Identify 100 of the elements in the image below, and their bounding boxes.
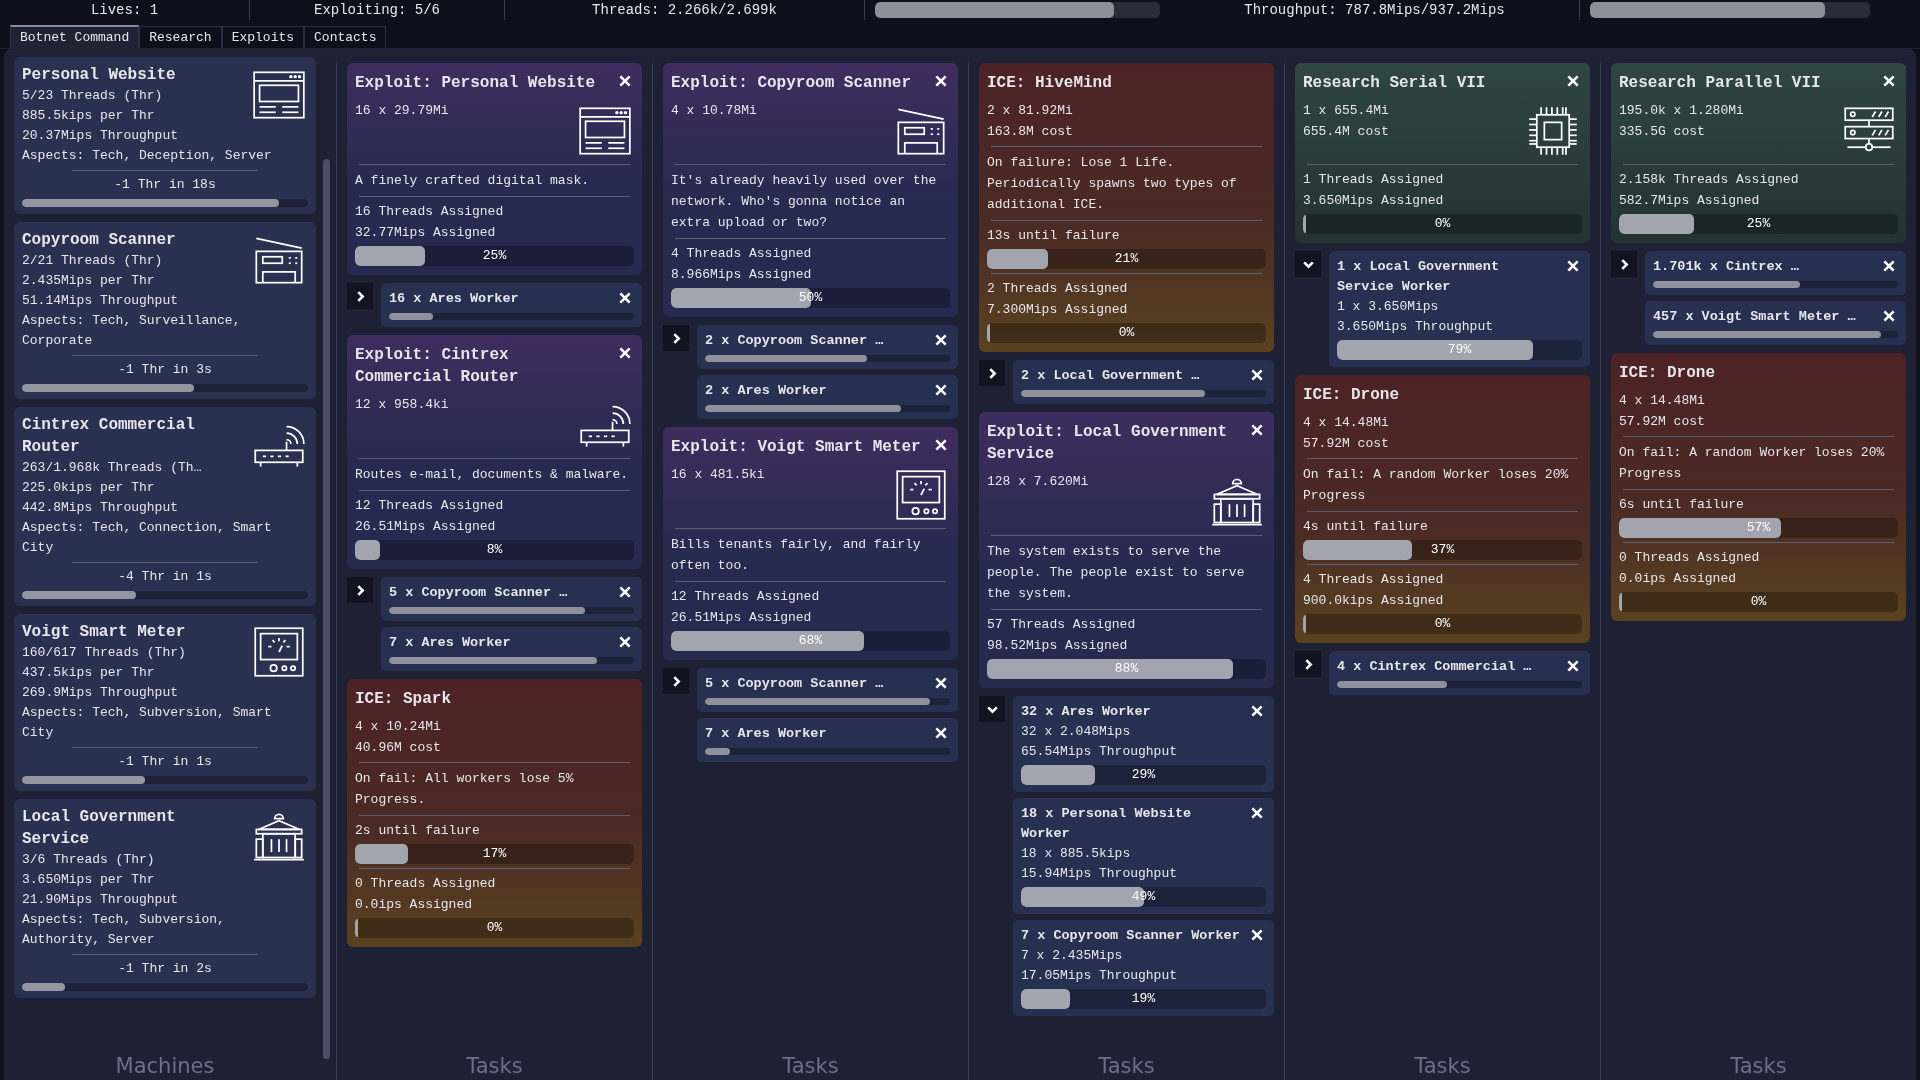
expand-button[interactable] <box>347 577 373 603</box>
expand-button[interactable] <box>1611 251 1637 277</box>
machine-card[interactable]: Local Government Service 3/6 Threads (Thr) 3.650Mips per Thr 21.90Mips Throughput Aspects: Tech, Subversion, Authority, Server -1 Thr in 2s <box>14 799 316 998</box>
machine-stat: 2/21 Threads (Thr) <box>22 252 164 270</box>
worker-row[interactable]: 2 x Ares Worker <box>697 375 958 419</box>
tab[interactable]: Contacts <box>304 26 387 48</box>
assigned-text: 12 Threads Assigned <box>355 497 505 515</box>
worker-name: 1 x Local Government Service Worker <box>1337 258 1501 296</box>
tab[interactable]: Botnet Command <box>10 25 140 48</box>
worker-row[interactable]: 16 x Ares Worker <box>381 283 642 327</box>
progress-reading: 68% <box>797 632 824 650</box>
assigned-text: 0.0ips Assigned <box>1619 570 1738 588</box>
assigned-text: 2 Threads Assigned <box>987 280 1129 298</box>
worker-row[interactable]: 1.701k x Cintrex … <box>1645 251 1906 295</box>
close-icon <box>1250 423 1264 437</box>
assigned-text: 16 Threads Assigned <box>355 203 505 221</box>
timer-text: 2s until failure <box>355 822 481 840</box>
worker-name: 16 x Ares Worker <box>389 290 519 308</box>
worker-name: 5 x Copyroom Scanner … <box>389 584 568 602</box>
worker-row[interactable]: 5 x Copyroom Scanner … <box>697 668 958 712</box>
progress-reading: 19% <box>1130 990 1157 1008</box>
progress-reading: 29% <box>1130 766 1157 784</box>
machine-name: Personal Website <box>22 65 177 86</box>
expand-button[interactable] <box>979 360 1005 386</box>
worker-row[interactable]: 1 x Local Government Service Worker 1 x 3.650Mips 3.650Mips Throughput 79% <box>1329 251 1590 367</box>
worker-name: 2 x Ares Worker <box>705 382 827 400</box>
worker-stat: 18 x 885.5kips <box>1021 845 1132 863</box>
progress-reading: 17% <box>481 845 508 863</box>
assigned-text: 582.7Mips Assigned <box>1619 192 1761 210</box>
machine-stat: 2.435Mips per Thr <box>22 272 156 290</box>
machine-stat: 263/1.968k Threads (Th… <box>22 459 203 477</box>
assigned-text: 26.51Mips Assigned <box>355 518 497 536</box>
worker-row[interactable]: 2 x Local Government … <box>1013 360 1274 404</box>
task-stat: 16 x 29.79Mi <box>355 102 450 120</box>
column-label: Tasks <box>465 1053 524 1080</box>
progress-reading: 79% <box>1446 341 1473 359</box>
task-stat: 4 x 14.48Mi <box>1619 392 1706 410</box>
machine-stat: Aspects: Tech, Connection, Smart City <box>22 519 273 557</box>
close-icon <box>1882 259 1896 273</box>
task-description: On failure: Lose 1 Life. Periodically spawns two types of additional ICE. <box>987 154 1238 214</box>
machine-stat: 225.0kips per Thr <box>22 479 156 497</box>
assigned-text: 8.966Mips Assigned <box>671 266 813 284</box>
expand-button[interactable] <box>1295 651 1321 677</box>
worker-row[interactable]: 32 x Ares Worker 32 x 2.048Mips 65.54Mips Throughput 29% <box>1013 696 1274 792</box>
progress-reading: 25% <box>1745 215 1772 233</box>
expand-button[interactable] <box>663 325 689 351</box>
progress-reading: 50% <box>797 289 824 307</box>
column-label: Machines <box>114 1053 216 1080</box>
worker-name: 4 x Cintrex Commercial … <box>1337 658 1532 676</box>
browser-window-icon <box>578 104 632 158</box>
close-icon <box>934 333 948 347</box>
worker-name: 7 x Copyroom Scanner Worker <box>1021 927 1240 945</box>
tab[interactable]: Research <box>139 26 222 48</box>
expand-button[interactable] <box>347 283 373 309</box>
expand-button[interactable] <box>1295 251 1321 277</box>
worker-row[interactable]: 457 x Voigt Smart Meter … <box>1645 301 1906 345</box>
task-description: On fail: All workers lose 5% Progress. <box>355 770 575 809</box>
close-icon <box>1566 659 1580 673</box>
close-icon <box>618 74 632 88</box>
task-stat: 163.8M cost <box>987 123 1074 141</box>
machine-stat: 21.90Mips Throughput <box>22 891 180 909</box>
task-stat: 40.96M cost <box>355 739 442 757</box>
machine-stat: 269.9Mips Throughput <box>22 684 180 702</box>
countdown-text: -1 Thr in 1s <box>117 753 213 771</box>
worker-name: 32 x Ares Worker <box>1021 703 1151 721</box>
status-text: Lives: 1 <box>90 2 159 18</box>
machine-stat: 5/23 Threads (Thr) <box>22 87 164 105</box>
worker-row[interactable]: 2 x Copyroom Scanner … <box>697 325 958 369</box>
worker-row[interactable]: 7 x Ares Worker <box>697 718 958 762</box>
machine-card[interactable]: Personal Website 5/23 Threads (Thr) 885.5kips per Thr 20.37Mips Throughput Aspects: Tech, Deception, Server -1 Thr in 18s <box>14 57 316 214</box>
close-icon <box>934 383 948 397</box>
assigned-text: 57 Threads Assigned <box>987 616 1137 634</box>
machine-stat: 20.37Mips Throughput <box>22 127 180 145</box>
countdown-text: -1 Thr in 3s <box>117 361 213 379</box>
worker-row[interactable]: 18 x Personal Website Worker 18 x 885.5kips 15.94Mips Throughput 49% <box>1013 798 1274 914</box>
worker-row[interactable]: 7 x Ares Worker <box>381 627 642 671</box>
task-title: ICE: HiveMind <box>987 73 1112 94</box>
worker-row[interactable]: 7 x Copyroom Scanner Worker 7 x 2.435Mips 17.05Mips Throughput 19% <box>1013 920 1274 1016</box>
task-title: Research Serial VII <box>1303 73 1486 94</box>
expand-button[interactable] <box>663 668 689 694</box>
machine-card[interactable]: Cintrex Commercial Router 263/1.968k Threads (Th… 225.0kips per Thr 442.8Mips Throughput Aspects: Tech, Connection, Smart City -4 Thr in 1s <box>14 407 316 606</box>
tab[interactable]: Exploits <box>221 26 305 48</box>
scrollbar[interactable] <box>323 159 330 1059</box>
task-description: Routes e-mail, documents & malware. <box>355 466 630 484</box>
task-stat: 195.0k x 1.280Mi <box>1619 102 1745 120</box>
meter-icon <box>252 625 306 679</box>
worker-name: 7 x Ares Worker <box>389 634 511 652</box>
machine-card[interactable]: Copyroom Scanner 2/21 Threads (Thr) 2.435Mips per Thr 51.14Mips Throughput Aspects: Tech, Surveillance, Corporate -1 Thr in 3s <box>14 222 316 399</box>
assigned-text: 98.52Mips Assigned <box>987 637 1129 655</box>
machine-stat: Aspects: Tech, Subversion, Authority, Server <box>22 911 226 949</box>
assigned-text: 900.0kips Assigned <box>1303 592 1445 610</box>
worker-row[interactable]: 5 x Copyroom Scanner … <box>381 577 642 621</box>
machine-card[interactable]: Voigt Smart Meter 160/617 Threads (Thr) 437.5kips per Thr 269.9Mips Throughput Aspects: Tech, Subversion, Smart City -1 Thr in 1s <box>14 614 316 791</box>
task-title: ICE: Drone <box>1619 363 1715 384</box>
progress-reading: 37% <box>1429 541 1456 559</box>
expand-button[interactable] <box>979 696 1005 722</box>
worker-row[interactable]: 4 x Cintrex Commercial … <box>1329 651 1590 695</box>
machine-stat: 160/617 Threads (Thr) <box>22 644 187 662</box>
timer-text: 4s until failure <box>1303 518 1429 536</box>
close-icon <box>934 726 948 740</box>
